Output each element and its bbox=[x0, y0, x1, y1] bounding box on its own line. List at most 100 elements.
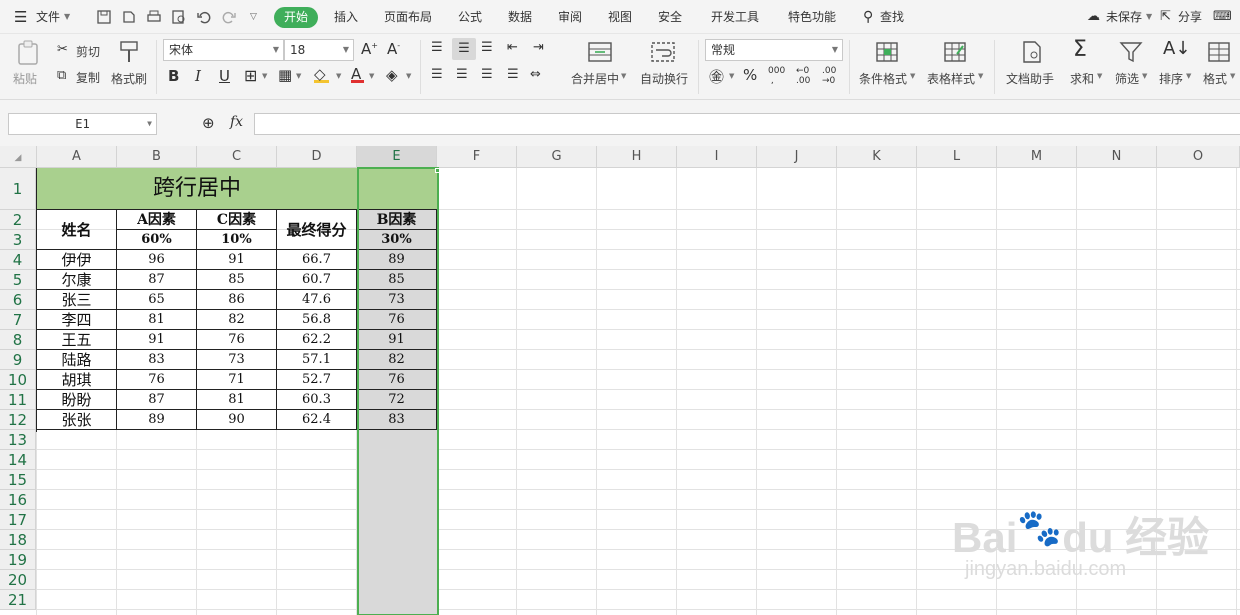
tab-view[interactable]: 视图 bbox=[608, 0, 632, 34]
fill-handle[interactable] bbox=[435, 168, 440, 173]
file-menu[interactable]: 文件 bbox=[36, 0, 60, 34]
row-header-3[interactable]: 3 bbox=[0, 230, 36, 250]
fx-button[interactable]: fx bbox=[230, 114, 243, 130]
cell-final-score[interactable]: 66.7 bbox=[277, 250, 357, 270]
tab-security[interactable]: 安全 bbox=[658, 0, 682, 34]
format-icon[interactable] bbox=[1207, 40, 1231, 64]
outdent-icon[interactable]: ⇤ bbox=[507, 40, 518, 55]
paste-label[interactable]: 粘贴 bbox=[13, 70, 37, 87]
column-header-a[interactable]: A bbox=[37, 146, 117, 168]
export-icon[interactable] bbox=[121, 9, 137, 25]
cell-a-score[interactable]: 96 bbox=[117, 250, 197, 270]
column-header-m[interactable]: M bbox=[997, 146, 1077, 168]
column-header-e[interactable]: E bbox=[357, 146, 437, 168]
row-header-14[interactable]: 14 bbox=[0, 450, 36, 470]
header-a-factor[interactable]: A因素 bbox=[117, 210, 197, 230]
clear-dropdown-icon[interactable]: ▼ bbox=[406, 72, 411, 80]
column-header-h[interactable]: H bbox=[597, 146, 677, 168]
align-middle-icon[interactable]: ☰ bbox=[452, 38, 476, 60]
align-top-icon[interactable]: ☰ bbox=[431, 40, 443, 55]
unsaved-status[interactable]: 未保存 bbox=[1106, 0, 1142, 34]
border-icon[interactable]: ⊞ bbox=[244, 66, 257, 85]
sum-dropdown-icon[interactable]: ▼ bbox=[1097, 72, 1102, 80]
clear-icon[interactable]: ◈ bbox=[386, 66, 398, 84]
cell-a-score[interactable]: 65 bbox=[117, 290, 197, 310]
doc-helper-icon[interactable] bbox=[1021, 40, 1043, 64]
merge-dropdown-icon[interactable]: ▼ bbox=[621, 72, 626, 80]
row-header-2[interactable]: 2 bbox=[0, 210, 36, 230]
tab-formulas[interactable]: 公式 bbox=[458, 0, 482, 34]
cell-name[interactable]: 尔康 bbox=[37, 270, 117, 290]
format-dropdown-icon[interactable]: ▼ bbox=[1230, 72, 1235, 80]
font-color-icon[interactable]: A bbox=[351, 65, 364, 83]
undo-icon[interactable] bbox=[196, 9, 212, 25]
cell-c-score[interactable]: 81 bbox=[197, 390, 277, 410]
row-header-18[interactable]: 18 bbox=[0, 530, 36, 550]
row-header-5[interactable]: 5 bbox=[0, 270, 36, 290]
align-right-icon[interactable]: ☰ bbox=[481, 67, 493, 82]
number-format-select[interactable]: 常规 ▼ bbox=[705, 39, 843, 61]
copy-icon[interactable]: ⧉ bbox=[57, 68, 66, 83]
header-name[interactable]: 姓名 bbox=[37, 210, 117, 250]
cell-c-score[interactable]: 82 bbox=[197, 310, 277, 330]
column-header-j[interactable]: J bbox=[757, 146, 837, 168]
sum-icon[interactable]: Σ bbox=[1073, 37, 1087, 62]
print-icon[interactable] bbox=[146, 9, 162, 25]
cut-icon[interactable]: ✂ bbox=[57, 42, 68, 57]
column-header-o[interactable]: O bbox=[1157, 146, 1240, 168]
column-header-b[interactable]: B bbox=[117, 146, 197, 168]
tab-insert[interactable]: 插入 bbox=[334, 0, 358, 34]
conditional-format-button[interactable]: 条件格式 bbox=[859, 70, 907, 87]
italic-button[interactable]: I bbox=[195, 67, 201, 85]
cell-final-score[interactable]: 62.2 bbox=[277, 330, 357, 350]
doc-helper-button[interactable]: 文档助手 bbox=[1006, 70, 1054, 87]
row-header-8[interactable]: 8 bbox=[0, 330, 36, 350]
search-icon[interactable]: ⚲ bbox=[863, 0, 873, 34]
print-preview-icon[interactable] bbox=[171, 9, 187, 25]
merge-center-button[interactable]: 合并居中 bbox=[571, 70, 619, 87]
column-header-d[interactable]: D bbox=[277, 146, 357, 168]
currency-icon[interactable]: ㊎ bbox=[709, 66, 724, 87]
cell-name[interactable]: 陆路 bbox=[37, 350, 117, 370]
increase-decimal-icon[interactable]: ←0.00 bbox=[796, 66, 810, 86]
table-style-icon[interactable] bbox=[943, 40, 967, 64]
header-c-weight[interactable]: 10% bbox=[197, 230, 277, 250]
cell-a-score[interactable]: 87 bbox=[117, 270, 197, 290]
indent-icon[interactable]: ⇥ bbox=[533, 40, 544, 55]
filter-dropdown-icon[interactable]: ▼ bbox=[1142, 72, 1147, 80]
tab-review[interactable]: 审阅 bbox=[558, 0, 582, 34]
wrap-text-icon[interactable] bbox=[650, 40, 676, 64]
format-painter-label[interactable]: 格式刷 bbox=[111, 70, 147, 87]
row-header-4[interactable]: 4 bbox=[0, 250, 36, 270]
row-header-16[interactable]: 16 bbox=[0, 490, 36, 510]
customize-dropdown-icon[interactable]: ▽ bbox=[250, 0, 257, 34]
cell-a-score[interactable]: 76 bbox=[117, 370, 197, 390]
sum-button[interactable]: 求和 bbox=[1070, 70, 1094, 87]
sort-button[interactable]: 排序 bbox=[1159, 70, 1183, 87]
row-header-12[interactable]: 12 bbox=[0, 410, 36, 430]
name-box[interactable]: E1 ▼ bbox=[8, 113, 157, 135]
row-header-6[interactable]: 6 bbox=[0, 290, 36, 310]
row-header-10[interactable]: 10 bbox=[0, 370, 36, 390]
cell-c-score[interactable]: 91 bbox=[197, 250, 277, 270]
header-c-factor[interactable]: C因素 bbox=[197, 210, 277, 230]
row-header-17[interactable]: 17 bbox=[0, 510, 36, 530]
file-dropdown-icon[interactable]: ▼ bbox=[64, 0, 70, 34]
row-header-9[interactable]: 9 bbox=[0, 350, 36, 370]
conditional-format-icon[interactable] bbox=[875, 40, 899, 64]
copy-button[interactable]: 复制 bbox=[76, 69, 100, 86]
align-bottom-icon[interactable]: ☰ bbox=[481, 40, 493, 55]
share-button[interactable]: 分享 bbox=[1178, 0, 1202, 34]
font-color-dropdown-icon[interactable]: ▼ bbox=[369, 72, 374, 80]
tab-developer[interactable]: 开发工具 bbox=[711, 0, 759, 34]
row-header-7[interactable]: 7 bbox=[0, 310, 36, 330]
cell-a-score[interactable]: 89 bbox=[117, 410, 197, 430]
cell-name[interactable]: 盼盼 bbox=[37, 390, 117, 410]
cell-final-score[interactable]: 56.8 bbox=[277, 310, 357, 330]
cell-name[interactable]: 张张 bbox=[37, 410, 117, 430]
align-left-icon[interactable]: ☰ bbox=[431, 67, 443, 82]
save-icon[interactable] bbox=[96, 9, 112, 25]
table-style-button[interactable]: 表格样式 bbox=[927, 70, 975, 87]
cell-name[interactable]: 李四 bbox=[37, 310, 117, 330]
font-name-select[interactable]: 宋体 ▼ bbox=[163, 39, 284, 61]
